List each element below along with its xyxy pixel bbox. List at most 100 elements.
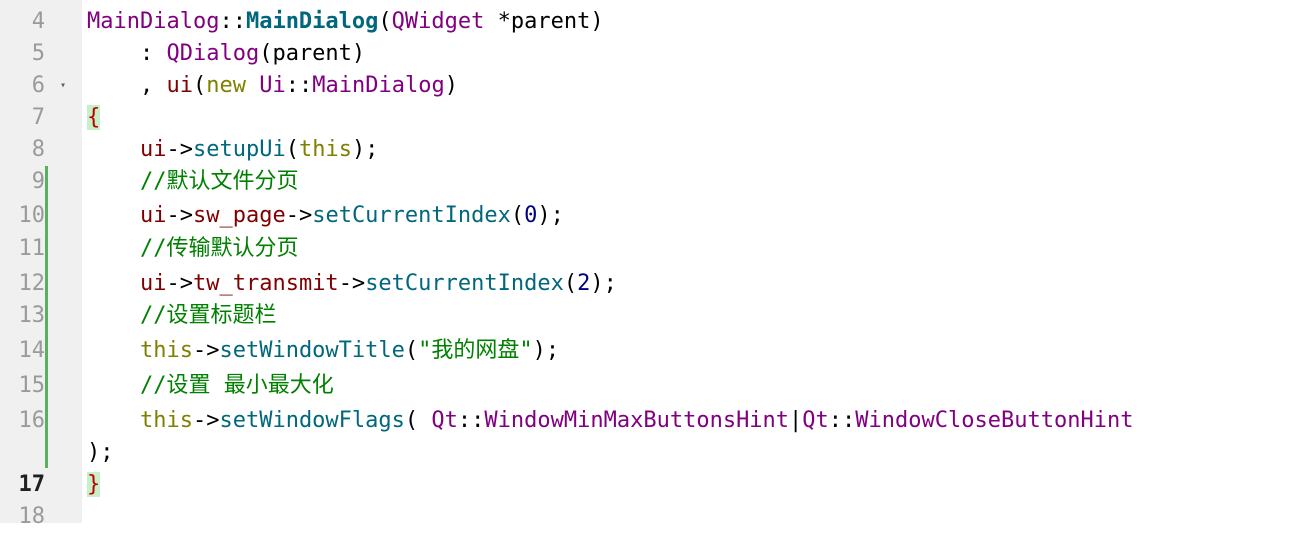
code-token: setWindowFlags <box>219 408 405 433</box>
code-token: ui <box>139 203 167 228</box>
code-token: setupUi <box>192 137 286 162</box>
code-text[interactable]: //传输默认分页 <box>87 233 299 265</box>
code-token: ); <box>590 271 617 296</box>
code-token: //默认文件分页 <box>139 169 299 194</box>
code-token: QWidget <box>391 9 485 34</box>
code-token: : <box>87 41 167 66</box>
code-token: ui <box>139 137 167 162</box>
code-text[interactable]: ); <box>87 437 114 469</box>
code-line[interactable]: 15 //设置 最小最大化 <box>0 370 1297 402</box>
code-token: //设置标题栏 <box>139 303 277 328</box>
code-token: ); <box>532 338 560 363</box>
code-line[interactable]: 9 //默认文件分页 <box>0 166 1297 198</box>
code-token: ui <box>166 73 193 98</box>
code-token: ( <box>404 338 419 363</box>
line-number: 8 <box>31 137 45 162</box>
code-text[interactable]: } <box>87 469 101 501</box>
code-line[interactable]: 7{ <box>0 102 1297 134</box>
code-line[interactable]: 16 this->setWindowFlags( Qt::WindowMinMa… <box>0 405 1297 437</box>
code-token: | <box>789 408 803 433</box>
code-token: ( <box>285 137 299 162</box>
code-token: setCurrentIndex <box>365 271 564 296</box>
code-token: MainDialog <box>87 9 220 34</box>
code-token: ) <box>444 73 458 98</box>
code-line[interactable]: 6 ▾ , ui(new Ui::MainDialog) <box>0 70 1297 102</box>
code-token: sw_page <box>192 203 286 228</box>
code-line[interactable]: 5 : QDialog(parent) <box>0 38 1297 70</box>
code-text[interactable]: //设置 最小最大化 <box>87 370 334 402</box>
code-text[interactable]: this->setWindowTitle("我的网盘"); <box>87 335 559 367</box>
code-token: Qt <box>431 408 458 433</box>
code-token: } <box>87 472 101 497</box>
code-token: //设置 最小最大化 <box>139 373 334 398</box>
code-line[interactable]: 14 this->setWindowTitle("我的网盘"); <box>0 335 1297 367</box>
code-token: this <box>139 338 193 363</box>
line-number: 12 <box>18 271 46 296</box>
code-token: ( <box>563 271 578 296</box>
code-token: -> <box>166 271 193 296</box>
code-token: ) <box>590 9 604 34</box>
code-text[interactable]: { <box>87 102 101 134</box>
code-token: QDialog <box>166 41 260 66</box>
code-line[interactable]: 8 ui->setupUi(this); <box>0 134 1297 166</box>
code-text[interactable]: //默认文件分页 <box>87 166 299 198</box>
code-token: //传输默认分页 <box>139 236 299 261</box>
code-token: 0 <box>524 203 538 228</box>
code-token: Qt <box>802 408 829 433</box>
code-token: -> <box>192 408 220 433</box>
line-number: 18 <box>18 504 46 529</box>
line-number: 4 <box>31 9 45 34</box>
code-token: ui <box>139 271 167 296</box>
code-token: 2 <box>577 271 591 296</box>
code-line[interactable]: 13 //设置标题栏 <box>0 300 1297 332</box>
code-token: parent <box>510 9 591 34</box>
line-number: 5 <box>31 41 45 66</box>
code-text[interactable]: ui->setupUi(this); <box>87 134 378 166</box>
code-token: , <box>87 73 167 98</box>
code-text[interactable]: , ui(new Ui::MainDialog) <box>87 70 458 102</box>
code-line[interactable]: 17} <box>0 469 1297 501</box>
code-text[interactable]: this->setWindowFlags( Qt::WindowMinMaxBu… <box>87 405 1133 437</box>
code-token: tw_transmit <box>192 271 339 296</box>
code-text[interactable]: ui->tw_transmit->setCurrentIndex(2); <box>87 268 617 300</box>
code-token: this <box>139 408 193 433</box>
code-token: WindowMinMaxButtonsHint <box>484 408 790 433</box>
code-line[interactable]: 12 ui->tw_transmit->setCurrentIndex(2); <box>0 268 1297 300</box>
code-token: ( <box>404 408 432 433</box>
code-token: -> <box>338 271 366 296</box>
code-token: ); <box>87 440 114 465</box>
code-text[interactable]: MainDialog::MainDialog(QWidget *parent) <box>87 6 604 38</box>
line-number: 9 <box>31 169 45 194</box>
code-line[interactable]: 10 ui->sw_page->setCurrentIndex(0); <box>0 200 1297 232</box>
code-token: MainDialog <box>245 9 379 34</box>
line-number: 10 <box>18 203 46 228</box>
code-token: ( <box>510 203 525 228</box>
code-text[interactable]: : QDialog(parent) <box>87 38 365 70</box>
code-token: "我的网盘" <box>418 338 533 363</box>
code-token: -> <box>285 203 313 228</box>
code-token: :: <box>457 408 485 433</box>
code-text[interactable]: ui->sw_page->setCurrentIndex(0); <box>87 200 564 232</box>
code-line[interactable]: ); <box>0 437 1297 469</box>
fold-arrow-icon[interactable]: ▾ <box>60 70 66 102</box>
line-number: 16 <box>18 408 46 433</box>
code-token: WindowCloseButtonHint <box>855 408 1134 433</box>
code-line[interactable]: 18 <box>0 501 1297 533</box>
code-token: ); <box>351 137 379 162</box>
code-token: * <box>484 9 511 34</box>
code-token: (parent) <box>259 41 366 66</box>
line-number: 14 <box>18 338 46 363</box>
code-token: MainDialog <box>312 73 445 98</box>
code-text[interactable]: //设置标题栏 <box>87 300 277 332</box>
code-editor[interactable]: 4 MainDialog::MainDialog(QWidget *parent)… <box>0 0 1297 529</box>
code-line[interactable]: 11 //传输默认分页 <box>0 233 1297 265</box>
code-token: :: <box>828 408 856 433</box>
code-token: :: <box>285 73 313 98</box>
code-line[interactable]: 4 MainDialog::MainDialog(QWidget *parent) <box>0 6 1297 38</box>
code-token: ); <box>537 203 564 228</box>
